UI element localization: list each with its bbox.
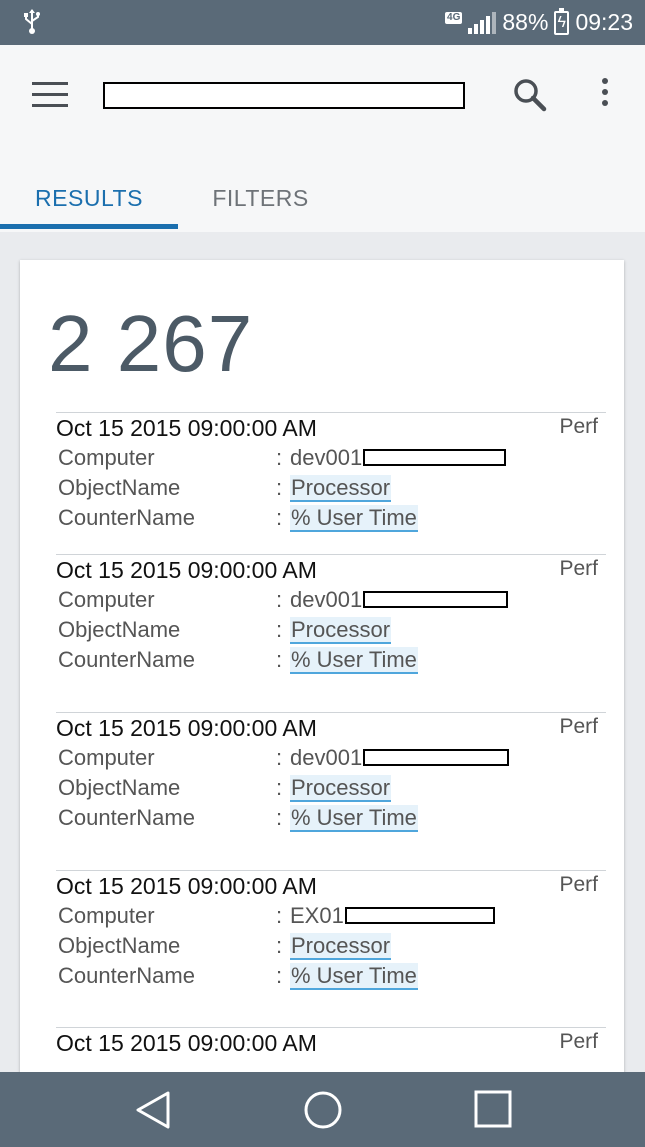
redaction-box [363,591,509,608]
list-item[interactable]: Oct 15 2015 09:00:00 AM Perf Computer: de… [56,712,606,870]
field-label-objectname: ObjectName [58,475,181,500]
home-icon[interactable] [298,1087,348,1133]
field-label-computer: Computer [58,587,155,612]
objectname-link[interactable]: Processor [290,775,392,802]
field-label-countername: CounterName [58,805,195,830]
list-item[interactable]: Oct 15 2015 09:00:00 AM Perf Computer: EX… [56,870,606,1028]
computer-value: dev001 [290,745,363,770]
record-type: Perf [559,415,598,438]
record-timestamp: Oct 15 2015 09:00:00 AM [56,557,317,583]
field-label-objectname: ObjectName [58,775,181,800]
field-label-computer: Computer [58,445,155,470]
more-vert-icon[interactable] [596,78,614,112]
recents-icon[interactable] [468,1087,518,1133]
network-type-badge: 4G [445,11,463,24]
list-item[interactable]: Oct 15 2015 09:00:00 AM Perf Computer: de… [56,412,606,570]
signal-icon [468,11,497,34]
countername-link[interactable]: % User Time [290,505,418,532]
menu-icon[interactable] [32,82,68,108]
clock: 09:23 [575,9,633,35]
record-type: Perf [559,557,598,580]
countername-link[interactable]: % User Time [290,963,418,990]
redaction-box [363,749,510,766]
record-type: Perf [559,1030,598,1053]
countername-link[interactable]: % User Time [290,805,418,832]
result-count: 2 267 [48,299,254,388]
objectname-link[interactable]: Processor [290,617,392,644]
objectname-link[interactable]: Processor [290,475,392,502]
field-label-computer: Computer [58,903,155,928]
system-nav-bar [0,1072,645,1147]
battery-percent: 88% [502,9,549,35]
back-icon[interactable] [128,1087,178,1133]
record-timestamp: Oct 15 2015 09:00:00 AM [56,873,317,899]
list-item[interactable]: Oct 15 2015 09:00:00 AM Perf Computer: de… [56,554,606,712]
computer-value: dev001 [290,587,363,612]
results-card: 2 267 Oct 15 2015 09:00:00 AM Perf Compu… [20,260,624,1090]
computer-value: EX01 [290,903,344,928]
search-icon[interactable] [510,75,550,115]
objectname-link[interactable]: Processor [290,933,392,960]
app-bar: RESULTS FILTERS [0,45,645,232]
record-timestamp: Oct 15 2015 09:00:00 AM [56,1030,317,1056]
battery-charging-icon: ϟ [554,7,570,35]
tab-results[interactable]: RESULTS [0,165,178,232]
redaction-box [363,449,507,466]
computer-value: dev001 [290,445,363,470]
query-field-redacted[interactable] [103,82,465,109]
tab-filters[interactable]: FILTERS [178,165,343,232]
record-type: Perf [559,715,598,738]
usb-icon [24,9,40,34]
record-timestamp: Oct 15 2015 09:00:00 AM [56,415,317,441]
field-label-countername: CounterName [58,505,195,530]
field-label-objectname: ObjectName [58,617,181,642]
tab-bar: RESULTS FILTERS [0,165,645,232]
countername-link[interactable]: % User Time [290,647,418,674]
status-bar: 4G 88% ϟ 09:23 [0,0,645,45]
field-label-computer: Computer [58,745,155,770]
field-label-countername: CounterName [58,963,195,988]
record-timestamp: Oct 15 2015 09:00:00 AM [56,715,317,741]
field-label-countername: CounterName [58,647,195,672]
redaction-box [344,907,495,924]
field-label-objectname: ObjectName [58,933,181,958]
record-type: Perf [559,873,598,896]
active-tab-indicator [0,224,178,229]
